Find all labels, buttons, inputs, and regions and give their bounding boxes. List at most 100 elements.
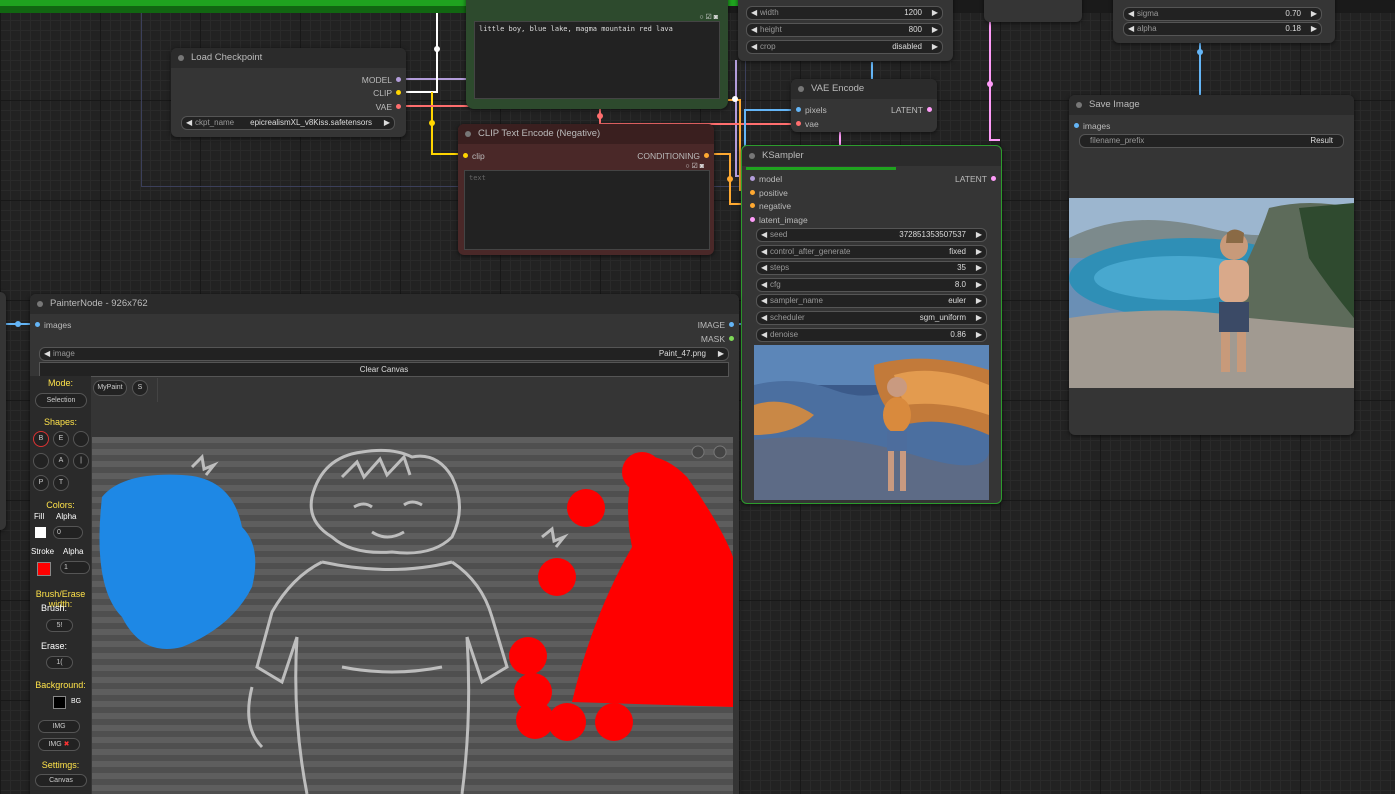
shape-brush-button[interactable]: B [33,431,49,447]
empty-latent-node[interactable]: ◀ width 1200 ▶ ◀ height 800 ▶ ◀ crop disabled ▶ [738,0,953,61]
shape-text-button[interactable]: T [53,475,69,491]
offscreen-node-fragment[interactable] [0,292,6,530]
load-checkpoint-title[interactable]: Load Checkpoint [171,48,406,68]
fill-alpha-input[interactable]: 0 [53,526,83,539]
width-widget[interactable]: ◀ width 1200 ▶ [746,6,943,20]
vae-encode-title[interactable]: VAE Encode [791,79,937,99]
bg-label: BG [71,698,82,705]
vae-encode-node[interactable]: VAE Encode pixels vae LATENT [791,79,937,132]
ksampler-node[interactable]: KSampler model positive negative latent_… [741,145,1002,504]
shape-polygon-button[interactable]: P [33,475,49,491]
sampler-name-widget[interactable]: ◀ sampler_name euler ▶ [756,294,987,308]
negative-prompt-placeholder: text [469,174,486,182]
stroke-label: Stroke [31,547,55,556]
input-images[interactable]: images [35,320,71,330]
save-image-title[interactable]: Save Image [1069,95,1354,115]
output-clip[interactable]: CLIP [373,88,401,98]
save-image-node[interactable]: Save Image images filename_prefix Result [1069,95,1354,435]
input-negative[interactable]: negative [750,201,791,211]
height-widget[interactable]: ◀ height 800 ▶ [746,23,943,37]
clip-text-encode-positive-node[interactable]: little boy, blue lake, magma mountain re… [466,0,728,109]
input-images[interactable]: images [1074,121,1110,131]
input-positive[interactable]: positive [750,188,788,198]
sigma-alpha-node[interactable]: ◀ sigma 0.70 ▶ ◀ alpha 0.18 ▶ [1113,0,1335,43]
input-clip[interactable]: clip [463,151,485,161]
output-latent[interactable]: LATENT [891,105,932,115]
tab-mypaint[interactable]: MyPaint [93,380,127,396]
fill-label: Fill [34,512,45,521]
save-image-preview [1069,198,1354,388]
sigma-widget[interactable]: ◀ sigma 0.70 ▶ [1123,7,1322,21]
output-latent[interactable]: LATENT [955,174,996,184]
output-conditioning[interactable]: CONDITIONING [637,151,709,161]
shape-circle-button[interactable] [73,431,89,447]
input-vae[interactable]: vae [796,119,819,129]
small-node-fragment[interactable] [984,0,1082,22]
ksampler-title[interactable]: KSampler [742,146,1001,166]
ckpt-name-widget[interactable]: ◀ ckpt_name epicrealismXL_v8Kiss.safetenso… [181,116,395,130]
shapes-heading: Shapes: [43,417,78,427]
painter-node[interactable]: PainterNode - 926x762 images IMAGE MASK … [30,294,739,794]
stroke-color-swatch[interactable] [37,562,51,576]
ksampler-preview-image [754,345,989,500]
canvas-settings-button[interactable]: Canvas [35,774,87,787]
seed-widget[interactable]: ◀ seed 372851353507537 ▶ [756,228,987,242]
node-status-dot [749,153,755,159]
crop-widget[interactable]: ◀ crop disabled ▶ [746,40,943,54]
output-mask[interactable]: MASK [701,334,734,344]
tab-divider [157,378,158,402]
shape-ellipse-button[interactable]: E [53,431,69,447]
denoise-widget[interactable]: ◀ denoise 0.86 ▶ [756,328,987,342]
node-status-dot [798,86,804,92]
tab-s[interactable]: S [132,380,148,396]
load-checkpoint-node[interactable]: Load Checkpoint MODEL CLIP VAE ◀ ckpt_nam… [171,48,406,137]
filename-prefix-widget[interactable]: filename_prefix Result [1079,134,1344,148]
input-pixels[interactable]: pixels [796,105,827,115]
ksampler-progress-bar [746,167,896,170]
node-status-dot [1076,102,1082,108]
erase-label: Erase: [41,641,68,651]
background-color-swatch[interactable] [53,696,66,709]
shape-triangle-button[interactable]: A [53,453,69,469]
image-select-widget[interactable]: ◀ image Paint_47.png ▶ [39,347,729,361]
output-image[interactable]: IMAGE [698,320,734,330]
steps-widget[interactable]: ◀ steps 35 ▶ [756,261,987,275]
node-status-dot [37,301,43,307]
colors-heading: Colors: [46,500,75,510]
output-model[interactable]: MODEL [362,75,401,85]
shape-rect-button[interactable] [33,453,49,469]
output-vae[interactable]: VAE [376,102,401,112]
close-icon: ✖ [63,741,70,748]
alpha-widget[interactable]: ◀ alpha 0.18 ▶ [1123,22,1322,36]
remove-background-image-button[interactable]: IMG ✖ [38,738,80,751]
textarea-tools[interactable]: ○ ☑ ◙ [685,162,704,170]
painter-canvas[interactable] [92,437,733,794]
brush-width-input[interactable]: 5! [46,619,73,632]
stroke-alpha-label: Alpha [63,547,84,556]
stroke-alpha-input[interactable]: 1 [60,561,90,574]
selection-mode-button[interactable]: Selection [35,393,87,408]
brush-label: Brush: [41,603,68,613]
input-latent-image[interactable]: latent_image [750,215,808,225]
scheduler-widget[interactable]: ◀ scheduler sgm_uniform ▶ [756,311,987,325]
erase-width-input[interactable]: 1( [46,656,73,669]
settings-heading: Settimgs: [41,760,80,770]
control-after-generate-widget[interactable]: ◀ control_after_generate fixed ▶ [756,245,987,259]
negative-prompt-textarea[interactable]: text [464,170,710,250]
textarea-tools[interactable]: ○ ☑ ◙ [699,13,718,21]
positive-prompt-text: little boy, blue lake, magma mountain re… [479,25,673,33]
fill-color-swatch[interactable] [35,527,46,538]
positive-prompt-textarea[interactable]: little boy, blue lake, magma mountain re… [474,21,720,99]
negative-node-title[interactable]: CLIP Text Encode (Negative) [458,124,714,144]
fill-alpha-label: Alpha [56,512,77,521]
node-status-dot [465,131,471,137]
painter-sidebar: Mode: Selection Shapes: B E A | P T Colo… [30,376,91,794]
clip-text-encode-negative-node[interactable]: CLIP Text Encode (Negative) clip CONDITI… [458,124,714,255]
input-model[interactable]: model [750,174,782,184]
painter-node-title[interactable]: PainterNode - 926x762 [30,294,739,314]
shape-line-button[interactable]: | [73,453,89,469]
clear-canvas-button[interactable]: Clear Canvas [39,362,729,377]
cfg-widget[interactable]: ◀ cfg 8.0 ▶ [756,278,987,292]
background-image-button[interactable]: IMG [38,720,80,733]
background-heading: Background: [35,680,86,690]
